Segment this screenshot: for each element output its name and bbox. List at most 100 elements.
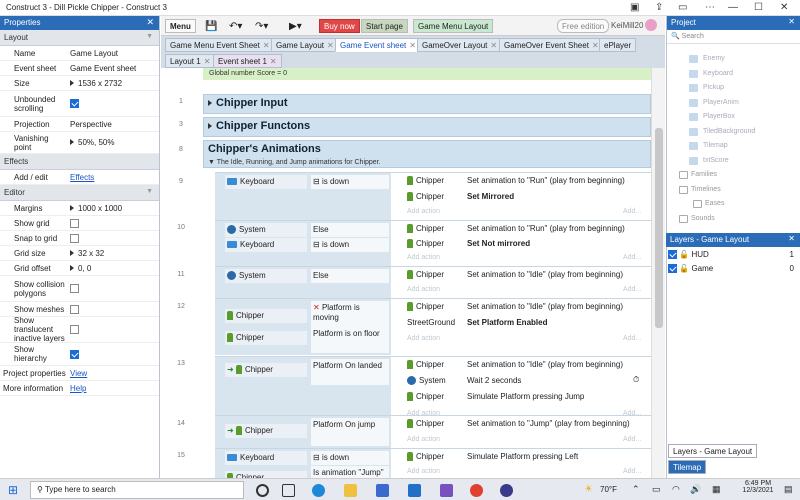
condition-text[interactable]: Platform On jump bbox=[311, 418, 389, 446]
close-icon[interactable]: ✕ bbox=[146, 17, 154, 28]
event-row[interactable]: Chipper ✕ Platform is moving Chipper Pla… bbox=[215, 298, 651, 355]
prop-value[interactable]: 32 x 32 bbox=[66, 247, 159, 260]
project-item[interactable]: TiledBackground bbox=[667, 125, 800, 140]
close-icon[interactable]: ✕ bbox=[204, 57, 211, 66]
expand-icon[interactable] bbox=[70, 139, 74, 145]
close-icon[interactable]: ✕ bbox=[409, 41, 416, 50]
expand-icon[interactable] bbox=[70, 204, 74, 211]
chrome-icon[interactable] bbox=[470, 484, 483, 497]
volume-icon[interactable]: 🔊 bbox=[690, 484, 701, 495]
add-action[interactable]: Add action Add... bbox=[391, 251, 651, 266]
store-icon[interactable] bbox=[376, 484, 389, 497]
condition-object[interactable]: Keyboard bbox=[225, 175, 307, 189]
clock[interactable]: 6:49 PM 12/3/2021 bbox=[738, 480, 778, 494]
tab-tilemap[interactable]: Tilemap bbox=[668, 460, 707, 474]
close-icon[interactable]: ✕ bbox=[788, 17, 795, 26]
action-row[interactable]: StreetGround Set Platform Enabled bbox=[391, 315, 651, 330]
lock-icon[interactable]: 🔓 bbox=[679, 250, 689, 259]
temperature[interactable]: 70°F bbox=[600, 485, 617, 494]
group-chipper-functions[interactable]: Chipper Functons bbox=[203, 117, 651, 137]
hierarchy-checkbox[interactable] bbox=[70, 349, 79, 359]
tray-arrow-icon[interactable]: ⌃ bbox=[632, 484, 640, 495]
project-item[interactable]: Pickup bbox=[667, 81, 800, 96]
event-sheet[interactable]: Global number Score = 0 1 Chipper Input … bbox=[161, 68, 651, 478]
add-action[interactable]: Add action Add... bbox=[391, 465, 651, 478]
prop-value[interactable]: 1000 x 1000 bbox=[66, 202, 159, 215]
notifications-icon[interactable]: ▤ bbox=[784, 484, 793, 495]
add-action[interactable]: Add action Add... bbox=[391, 283, 651, 298]
layer-row-hud[interactable]: 🔓 HUD 1 bbox=[668, 250, 798, 263]
condition-text[interactable]: ⊟ is down bbox=[311, 451, 389, 465]
task-view-icon[interactable] bbox=[282, 484, 295, 497]
mail-icon[interactable] bbox=[408, 484, 421, 497]
action-row[interactable]: Chipper Set animation to "Idle" (play fro… bbox=[391, 267, 651, 282]
expand-icon[interactable] bbox=[70, 79, 74, 86]
taskbar-search[interactable]: ⚲ Type here to search bbox=[30, 481, 244, 499]
lock-icon[interactable]: 🔓 bbox=[679, 264, 689, 273]
show-grid-checkbox[interactable] bbox=[70, 218, 79, 228]
scrollbar-thumb[interactable] bbox=[655, 128, 663, 328]
tab-event-sheet-1[interactable]: Event sheet 1 ✕ bbox=[213, 54, 282, 68]
event-row[interactable]: System Else Keyboard ⊟ is down Chipper Se… bbox=[215, 220, 651, 267]
tab-game-layout[interactable]: Game Layout ✕ bbox=[271, 38, 339, 52]
action-row[interactable]: Chipper Simulate Platform pressing Jump bbox=[391, 389, 651, 404]
add-action[interactable]: Add action Add... bbox=[391, 433, 651, 448]
menu-button[interactable]: Menu bbox=[165, 19, 196, 33]
construct-icon[interactable] bbox=[500, 484, 513, 497]
condition-text[interactable]: ⊟ is down bbox=[311, 238, 389, 252]
condition-text[interactable]: Is animation "Jump" playing bbox=[311, 466, 389, 478]
account-icon[interactable]: ▣ bbox=[630, 2, 639, 13]
minimize-icon[interactable]: — bbox=[728, 2, 738, 13]
project-folder[interactable]: Sounds bbox=[667, 212, 800, 227]
save-icon[interactable]: 💾 bbox=[201, 19, 221, 33]
condition-text[interactable]: ✕ Platform is moving bbox=[311, 301, 389, 327]
tab-game-menu-event-sheet[interactable]: Game Menu Event Sheet ✕ bbox=[165, 38, 275, 52]
windows-start-icon[interactable]: ⊞ bbox=[8, 483, 18, 497]
condition-object[interactable]: Keyboard bbox=[225, 238, 307, 252]
prop-value[interactable]: Game Layout bbox=[66, 47, 159, 60]
project-folder[interactable]: Families bbox=[667, 168, 800, 183]
view-link[interactable]: View bbox=[70, 369, 87, 378]
project-item[interactable]: PlayerAnim bbox=[667, 96, 800, 111]
maximize-icon[interactable]: ☐ bbox=[754, 2, 763, 13]
effects-link[interactable]: Effects bbox=[70, 173, 94, 182]
username[interactable]: KeiMill20 bbox=[607, 19, 647, 33]
redo-icon[interactable]: ↷▾ bbox=[251, 19, 272, 33]
tab-game-event-sheet[interactable]: Game Event sheet ✕ bbox=[335, 38, 421, 52]
tab-gameover-layout[interactable]: GameOver Layout ✕ bbox=[417, 38, 503, 52]
close-icon[interactable]: ✕ bbox=[592, 41, 599, 50]
close-icon[interactable]: ✕ bbox=[270, 57, 277, 66]
project-item[interactable]: Keyboard bbox=[667, 67, 800, 82]
unbounded-checkbox[interactable] bbox=[70, 99, 79, 109]
action-row[interactable]: Chipper Set Not mirrored bbox=[391, 236, 651, 251]
collision-checkbox[interactable] bbox=[70, 284, 79, 294]
condition-text[interactable]: Else bbox=[311, 223, 389, 237]
condition-object[interactable]: System bbox=[225, 269, 307, 283]
prop-value[interactable]: 50%, 50% bbox=[66, 136, 159, 149]
tab-layout-1[interactable]: Layout 1 ✕ bbox=[165, 54, 216, 68]
project-search[interactable]: 🔍 Search bbox=[667, 30, 800, 44]
projection-select[interactable]: Perspective bbox=[66, 118, 159, 131]
visible-checkbox[interactable] bbox=[668, 250, 677, 260]
collapse-icon[interactable]: ▼ bbox=[208, 159, 217, 166]
file-explorer-icon[interactable] bbox=[344, 484, 357, 497]
condition-object[interactable]: Chipper bbox=[225, 309, 307, 323]
condition-text[interactable]: ⊟ is down bbox=[311, 175, 389, 189]
event-row[interactable]: Keyboard ⊟ is down Chipper Set animation … bbox=[215, 172, 651, 221]
tab-gameover-event-sheet[interactable]: GameOver Event Sheet ✕ bbox=[499, 38, 604, 52]
prop-value[interactable]: 1536 x 2732 bbox=[66, 77, 159, 90]
keyboard-layout-icon[interactable]: ▦ bbox=[712, 484, 721, 495]
menu-dots-icon[interactable]: ⋯ bbox=[705, 2, 715, 13]
action-row[interactable]: Chipper Set animation to "Jump" (play fro… bbox=[391, 416, 651, 431]
event-sheet-select[interactable]: Game Event sheet bbox=[66, 62, 159, 75]
project-item[interactable]: Tilemap bbox=[667, 139, 800, 154]
close-icon[interactable]: ✕ bbox=[490, 41, 497, 50]
condition-text[interactable]: Platform is on floor bbox=[311, 327, 389, 353]
condition-object[interactable]: Keyboard bbox=[225, 451, 307, 465]
layer-row-game[interactable]: 🔓 Game 0 bbox=[668, 264, 798, 277]
restore-icon[interactable]: ▭ bbox=[678, 2, 687, 13]
tab-eplayer[interactable]: ePlayer bbox=[599, 38, 637, 52]
translucent-checkbox[interactable] bbox=[70, 325, 79, 335]
scrollbar[interactable] bbox=[651, 68, 665, 478]
event-row[interactable]: ➜ Chipper Platform On jump Chipper Set an… bbox=[215, 415, 651, 449]
